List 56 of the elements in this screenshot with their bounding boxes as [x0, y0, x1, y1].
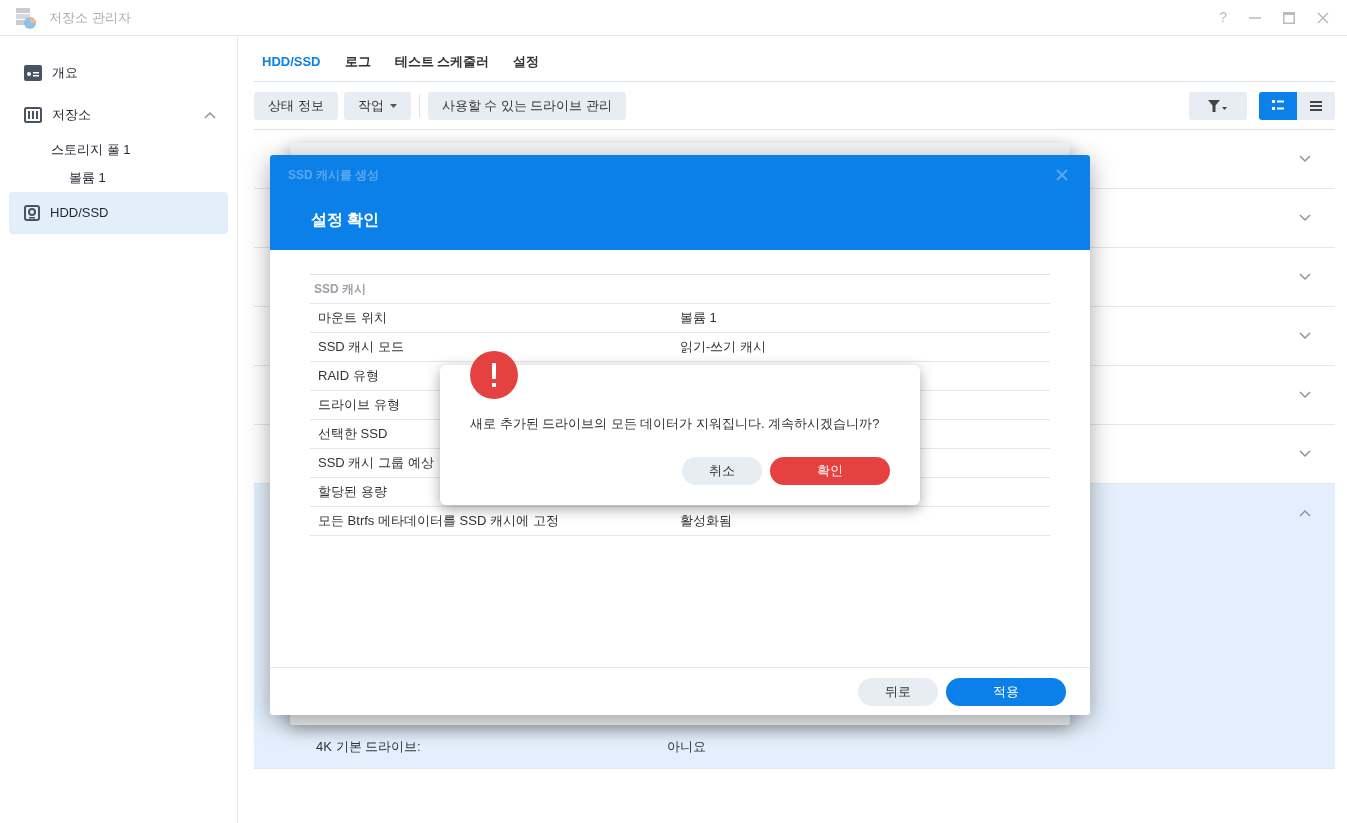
- section-header: SSD 캐시: [314, 281, 366, 298]
- cancel-button[interactable]: 뒤로: [858, 677, 938, 706]
- tab[interactable]: HDD/SSD: [262, 51, 321, 72]
- dialog-heading: 설정 확인: [311, 210, 380, 230]
- confirm-button[interactable]: 확인: [770, 457, 890, 485]
- toolbar-button[interactable]: 사용할 수 있는 드라이브 관리: [427, 91, 627, 120]
- chevron-up-icon[interactable]: [204, 111, 216, 119]
- chevron-up-icon[interactable]: [1299, 509, 1311, 517]
- dialog-title: SSD 캐시를 생성: [288, 167, 380, 184]
- setting-label: 마운트 위치: [318, 310, 387, 326]
- window-title: 저장소 관리자: [49, 8, 132, 27]
- tab[interactable]: 로그: [344, 51, 371, 72]
- setting-label: 모든 Btrfs 메타데이터를 SSD 캐시에 고정: [318, 513, 559, 529]
- tab[interactable]: 설정: [513, 51, 540, 72]
- cancel-button[interactable]: 취소: [682, 457, 762, 485]
- alert-message: 새로 추가된 드라이브의 모든 데이터가 지워집니다. 계속하시겠습니까?: [470, 416, 880, 431]
- chevron-down-icon[interactable]: [1299, 273, 1311, 281]
- drive-icon: [24, 205, 40, 221]
- filter-icon: [1208, 98, 1228, 113]
- detail-value: 아니요: [667, 737, 706, 756]
- toolbar-button[interactable]: 상태 정보: [254, 91, 338, 120]
- sidebar-item[interactable]: HDD/SSD: [9, 192, 228, 234]
- chevron-down-icon[interactable]: [1299, 155, 1311, 163]
- card-view-button[interactable]: [1259, 91, 1297, 120]
- list-view-button[interactable]: [1297, 91, 1335, 120]
- caret-icon: [389, 103, 397, 108]
- sidebar-item[interactable]: 스토리지 풀 1: [9, 136, 228, 164]
- close-icon[interactable]: [1056, 169, 1068, 181]
- setting-label: 할당된 용량: [318, 484, 387, 500]
- detail-label: 4K 기본 드라이브:: [316, 737, 422, 756]
- storage-icon: [24, 107, 42, 123]
- toolbar-button[interactable]: 작업: [343, 91, 411, 120]
- maximize-icon[interactable]: [1283, 11, 1295, 24]
- list-view-icon: [1310, 100, 1322, 111]
- tab[interactable]: 테스트 스케줄러: [394, 51, 490, 72]
- setting-value: 볼륨 1: [680, 309, 717, 328]
- card-icon: [24, 65, 42, 81]
- sidebar-item[interactable]: 저장소: [9, 94, 228, 136]
- card-view-icon: [1272, 100, 1284, 111]
- confirm-button[interactable]: 적용: [946, 677, 1066, 706]
- setting-label: RAID 유형: [318, 368, 379, 384]
- close-icon[interactable]: [1317, 11, 1329, 24]
- chevron-down-icon[interactable]: [1299, 214, 1311, 222]
- sidebar-item[interactable]: 개요: [9, 52, 228, 94]
- setting-value: 활성화됨: [680, 512, 732, 531]
- setting-label: 드라이브 유형: [318, 397, 400, 413]
- sidebar-item[interactable]: 볼륨 1: [9, 164, 228, 192]
- setting-label: SSD 캐시 그룹 예상: [318, 455, 434, 471]
- app-logo-icon: [15, 6, 37, 29]
- setting-value: 읽기-쓰기 캐시: [680, 338, 766, 357]
- setting-label: SSD 캐시 모드: [318, 339, 404, 355]
- setting-label: 선택한 SSD: [318, 426, 388, 442]
- filter-button[interactable]: [1189, 91, 1247, 120]
- chevron-down-icon[interactable]: [1299, 450, 1311, 458]
- chevron-down-icon[interactable]: [1299, 332, 1311, 340]
- chevron-down-icon[interactable]: [1299, 391, 1311, 399]
